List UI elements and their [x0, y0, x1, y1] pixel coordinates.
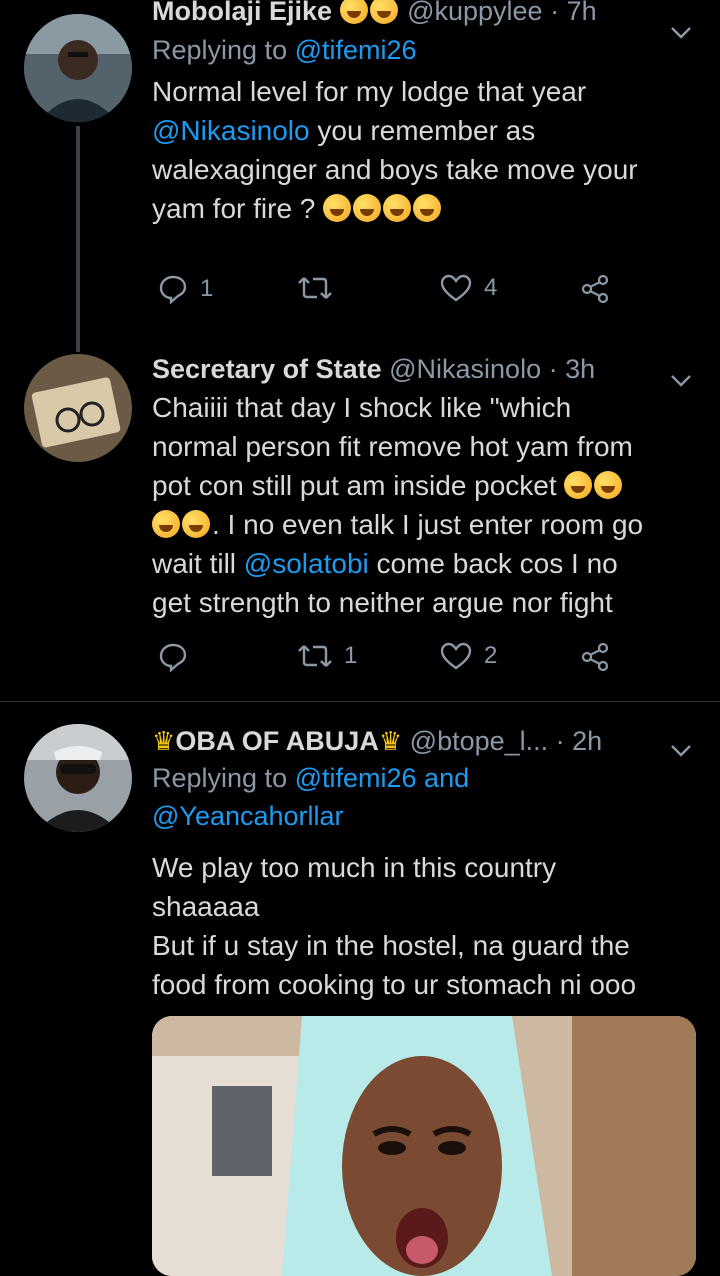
grin-emoji-icon: [339, 0, 368, 24]
handle[interactable]: @btope_l...: [410, 726, 549, 756]
reply-icon: [159, 275, 187, 304]
mention-link[interactable]: @Yeancahorllar: [152, 800, 692, 832]
like-button[interactable]: 2: [440, 642, 497, 670]
body-text: yam for fire ?: [152, 193, 316, 224]
tweet-header: ♛OBA OF ABUJA♛ @btope_l... · 2h: [152, 724, 692, 758]
body-line: wait till @solatobi come back cos I no: [152, 544, 692, 583]
avatar[interactable]: [24, 14, 132, 122]
body-line: normal person fit remove hot yam from: [152, 431, 633, 462]
body-text: wait till: [152, 548, 244, 579]
display-name[interactable]: OBA OF ABUJA: [175, 726, 379, 756]
tweet-body: Normal level for my lodge that year @Nik…: [152, 72, 692, 228]
retweet-button[interactable]: [298, 274, 344, 302]
body-line: get strength to neither argue nor fight: [152, 587, 613, 618]
laugh-emoji-icon: [413, 194, 442, 222]
tweet-actions: 1 4: [152, 274, 622, 314]
replying-to: Replying to @tifemi26: [152, 34, 692, 66]
mention-link[interactable]: @tifemi26 and: [295, 763, 470, 793]
smile-emoji-icon: [369, 0, 398, 24]
replying-label: Replying to: [152, 763, 288, 793]
share-icon: [581, 642, 609, 672]
crown-icon: ♛: [152, 726, 176, 756]
body-line: Normal level for my lodge that year: [152, 76, 587, 107]
reply-icon: [159, 643, 187, 672]
rofl-emoji-icon: [353, 194, 382, 222]
laugh-emoji-icon: [182, 510, 210, 538]
heart-icon: [440, 274, 472, 302]
retweet-button[interactable]: 1: [298, 642, 357, 670]
thread-line: [76, 126, 80, 352]
body-text: you remember as: [309, 115, 536, 146]
handle[interactable]: @Nikasinolo: [389, 354, 541, 384]
tweet-media-image[interactable]: [152, 1016, 696, 1276]
replying-to: Replying to @tifemi26 and @Yeancahorllar: [152, 762, 692, 832]
laugh-emoji-icon: [323, 194, 352, 222]
reply-button[interactable]: [158, 642, 200, 672]
body-line: . I no even talk I just enter room go: [152, 505, 692, 544]
tweet-2[interactable]: Secretary of State @Nikasinolo · 3h Chai…: [0, 350, 720, 700]
timestamp[interactable]: · 7h: [550, 0, 597, 26]
body-line: food from cooking to ur stomach ni ooo: [152, 969, 637, 1000]
body-line: walexaginger and boys take move your: [152, 154, 638, 185]
body-line: Chaiiii that day I shock like "which: [152, 392, 572, 423]
replying-label: Replying to: [152, 35, 288, 65]
display-name[interactable]: Secretary of State: [152, 354, 382, 384]
like-button[interactable]: 4: [440, 274, 497, 302]
mention-link[interactable]: @Nikasinolo: [152, 115, 310, 146]
laugh-emoji-icon: [594, 471, 623, 499]
laugh-emoji-icon: [564, 471, 593, 499]
tweet-header: Mobolaji Ejike @kuppylee · 7h: [152, 0, 692, 39]
tweet-header: Secretary of State @Nikasinolo · 3h: [152, 352, 692, 387]
body-line: yam for fire ?: [152, 189, 692, 228]
body-line: @Nikasinolo you remember as: [152, 111, 692, 150]
crown-icon: ♛: [378, 726, 403, 756]
tweet-1[interactable]: Mobolaji Ejike @kuppylee · 7h Replying t…: [0, 0, 720, 352]
share-button[interactable]: [580, 642, 610, 672]
tweet-actions: 1 2: [152, 642, 622, 682]
timestamp[interactable]: · 2h: [556, 726, 603, 756]
chevron-down-icon[interactable]: [670, 732, 692, 766]
avatar[interactable]: [24, 354, 132, 462]
like-count: 2: [484, 642, 498, 669]
like-count: 4: [484, 274, 498, 301]
share-button[interactable]: [580, 274, 610, 304]
handle[interactable]: @kuppylee: [407, 0, 543, 26]
laugh-emoji-icon: [383, 194, 412, 222]
chevron-down-icon[interactable]: [670, 362, 692, 396]
tweet-body: Chaiiii that day I shock like "which nor…: [152, 388, 692, 622]
reply-count: 1: [200, 275, 214, 302]
laugh-emoji-icon: [152, 510, 180, 538]
body-text: come back cos I no: [368, 548, 618, 579]
body-line: shaaaaa: [152, 891, 260, 922]
mention-link[interactable]: @tifemi26: [295, 35, 417, 65]
body-text: pot con still put am inside pocket: [152, 470, 557, 501]
body-line: But if u stay in the hostel, na guard th…: [152, 930, 630, 961]
reply-button[interactable]: 1: [158, 274, 213, 304]
body-line: We play too much in this country: [152, 852, 557, 883]
display-name[interactable]: Mobolaji Ejike: [152, 0, 332, 26]
retweet-count: 1: [344, 642, 358, 669]
timestamp[interactable]: · 3h: [549, 354, 596, 384]
retweet-icon: [298, 277, 332, 299]
tweet-body: We play too much in this country shaaaaa…: [152, 848, 692, 1004]
heart-icon: [440, 642, 472, 670]
retweet-icon: [298, 645, 332, 667]
chevron-down-icon[interactable]: [670, 14, 692, 48]
body-text: . I no even talk I just enter room go: [212, 509, 644, 540]
mention-link[interactable]: @solatobi: [244, 548, 369, 579]
avatar[interactable]: [24, 724, 132, 832]
share-icon: [581, 274, 609, 304]
body-line: pot con still put am inside pocket: [152, 466, 692, 505]
